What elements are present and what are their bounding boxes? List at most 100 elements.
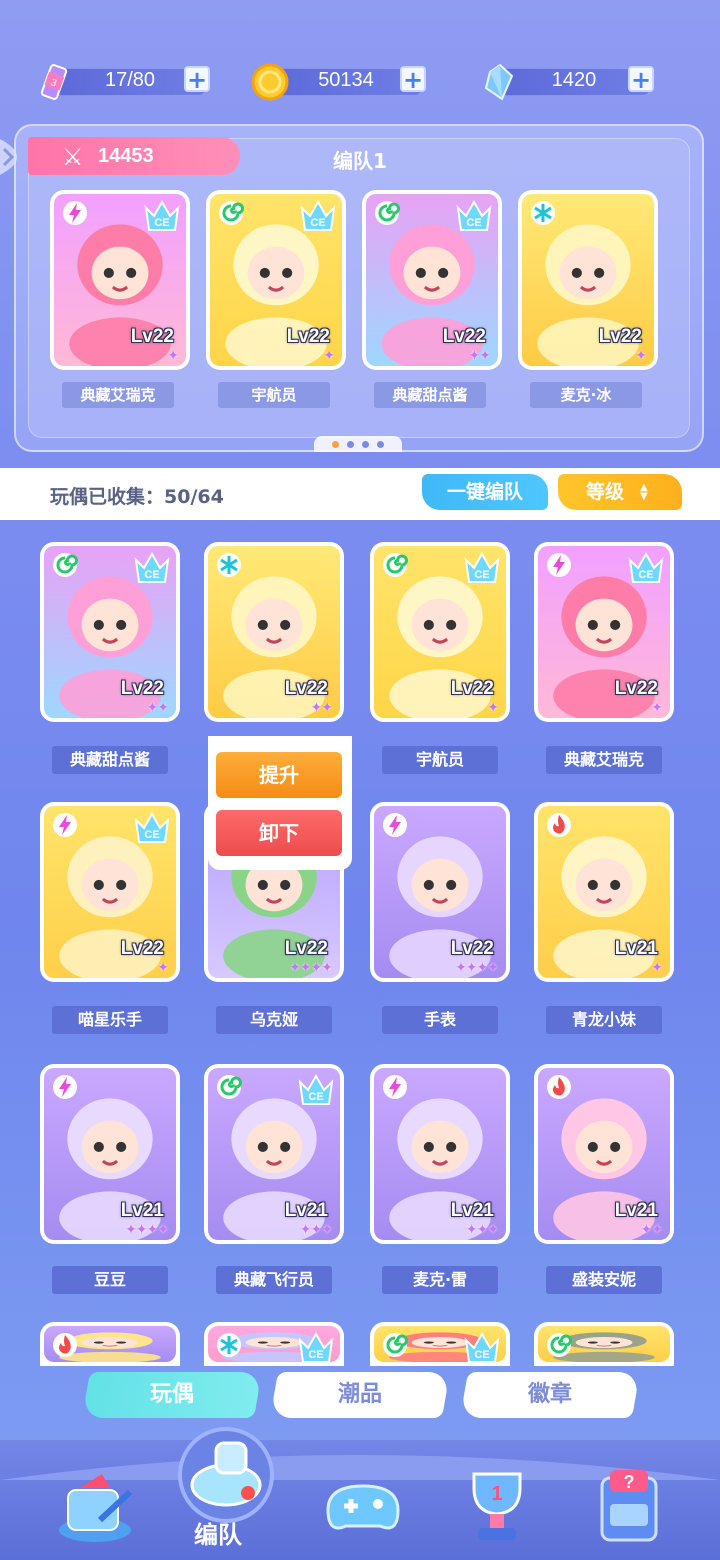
doll-card[interactable]: CE Lv22 ✦ (50, 190, 190, 370)
team-power-value: 14453 (98, 144, 154, 167)
tab-dolls[interactable]: 玩偶 (81, 1372, 263, 1418)
add-coins-button[interactable]: + (400, 66, 426, 92)
doll-star-rating: ✦✦ (310, 700, 333, 716)
doll-level: Lv22 (450, 938, 494, 959)
doll-card[interactable]: Lv22 ✦✦ (204, 542, 344, 722)
ice-element-icon (217, 553, 241, 577)
mystery-box-icon[interactable]: ? (586, 1460, 676, 1550)
add-crystals-button[interactable]: + (628, 66, 654, 92)
doll-card-art: CE Lv22 ✦ (210, 194, 342, 366)
doll-card[interactable]: Lv21 ✦✦ (534, 1064, 674, 1244)
ce-crown-badge-icon: CE (298, 1331, 334, 1362)
ce-crown-badge-icon: CE (456, 199, 492, 231)
doll-star-rating: ✦ (167, 348, 179, 364)
coin-icon (251, 63, 289, 101)
doll-card-art: CE Lv22 ✦ (44, 806, 176, 978)
sort-level-button[interactable]: 等级 ▲▼ (558, 474, 682, 510)
doll-card-art: CE Lv22 ✦✦ (44, 546, 176, 718)
doll-card-art (538, 1326, 670, 1362)
ce-crown-badge-icon: CE (134, 551, 170, 583)
doll-card[interactable]: CE Lv22 ✦ (40, 802, 180, 982)
doll-star-rating: ✦ (487, 700, 499, 716)
doll-level: Lv21 (120, 1200, 164, 1221)
doll-card-art: CE (374, 1326, 506, 1362)
doll-card[interactable]: Lv21 ✦✦✦✦ (40, 1064, 180, 1244)
nav-active-label: 编队 (194, 1521, 242, 1549)
ce-crown-badge-icon: CE (300, 199, 336, 231)
tab-trendy[interactable]: 潮品 (269, 1372, 451, 1418)
doll-card[interactable]: CE Lv22 ✦ (370, 542, 510, 722)
doll-card[interactable] (40, 1322, 180, 1366)
doll-name: 典藏甜点酱 (374, 382, 486, 408)
svg-text:?: ? (624, 1472, 635, 1492)
page-dot[interactable] (347, 440, 354, 448)
doll-level: Lv21 (284, 1200, 328, 1221)
upgrade-button[interactable]: 提升 (216, 752, 342, 798)
doll-star-rating: ✦✦✦✦ (455, 960, 499, 976)
doll-name: 喵星乐手 (52, 1006, 168, 1034)
doll-card[interactable]: CE Lv21 ✦✦✦ (204, 1064, 344, 1244)
doll-card-art (44, 1326, 176, 1362)
doll-level: Lv22 (614, 678, 658, 699)
doll-star-rating: ✦✦ (146, 700, 169, 716)
wind-element-icon (217, 1075, 242, 1099)
doll-card[interactable]: CE Lv22 ✦✦ (40, 542, 180, 722)
doll-card[interactable]: CE Lv22 ✦✦ (362, 190, 502, 370)
doll-card-art: CE Lv22 ✦ (54, 194, 186, 366)
doll-star-rating: ✦✦ (468, 348, 491, 364)
crystals-value: 1420 (551, 69, 597, 91)
svg-text:CE: CE (308, 1091, 323, 1103)
doll-card[interactable]: CE Lv22 ✦ (534, 542, 674, 722)
doll-level: Lv22 (130, 326, 174, 347)
fire-element-icon (53, 1333, 77, 1357)
lightning-element-icon (383, 1075, 407, 1099)
gacha-icon[interactable] (50, 1460, 140, 1550)
lightning-element-icon (383, 813, 407, 837)
team-page-dots[interactable] (314, 436, 402, 452)
page-dot[interactable] (377, 440, 384, 448)
ice-element-icon (531, 201, 555, 225)
add-stamina-button[interactable]: + (184, 66, 210, 92)
gamepad-icon[interactable] (318, 1460, 408, 1550)
coins-value: 50134 (318, 69, 374, 91)
svg-text:CE: CE (144, 829, 159, 841)
doll-card[interactable] (534, 1322, 674, 1366)
stamina-value: 17/80 (104, 69, 156, 91)
remove-button[interactable]: 卸下 (216, 810, 342, 856)
doll-level: Lv21 (614, 1200, 658, 1221)
page-dot[interactable] (362, 440, 369, 448)
doll-star-rating: ✦✦✦✦ (125, 1222, 169, 1238)
svg-text:CE: CE (308, 1349, 323, 1361)
doll-card-art: Lv21 ✦✦✦ (374, 1068, 506, 1240)
svg-text:CE: CE (474, 569, 489, 581)
doll-card-art: CE Lv22 ✦✦ (366, 194, 498, 366)
doll-star-rating: ✦ (651, 960, 663, 976)
doll-level: Lv22 (442, 326, 486, 347)
doll-card[interactable]: Lv22 ✦✦✦✦ (370, 802, 510, 982)
ce-crown-badge-icon: CE (464, 1331, 500, 1362)
doll-card[interactable]: Lv21 ✦✦✦ (370, 1064, 510, 1244)
doll-card[interactable]: CE (204, 1322, 344, 1366)
doll-card[interactable]: Lv21 ✦ (534, 802, 674, 982)
doll-card-art: CE Lv22 ✦ (538, 546, 670, 718)
fire-element-icon (547, 1075, 571, 1099)
doll-level: Lv22 (284, 938, 328, 959)
wind-element-icon (375, 201, 400, 225)
doll-card-art: CE Lv22 ✦ (374, 546, 506, 718)
tab-badges[interactable]: 徽章 (459, 1372, 641, 1418)
svg-text:CE: CE (638, 569, 653, 581)
ce-crown-badge-icon: CE (298, 1073, 334, 1105)
doll-card-art: Lv21 ✦✦ (538, 1068, 670, 1240)
auto-team-button[interactable]: 一键编队 (422, 474, 548, 510)
doll-star-rating: ✦✦✦ (465, 1222, 499, 1238)
page-dot[interactable] (332, 440, 339, 448)
doll-card[interactable]: Lv22 ✦ (518, 190, 658, 370)
svg-text:CE: CE (144, 569, 159, 581)
doll-star-rating: ✦ (635, 348, 647, 364)
svg-text:1: 1 (491, 1483, 502, 1505)
trophy-icon[interactable]: 1 (452, 1460, 542, 1550)
doll-level: Lv21 (450, 1200, 494, 1221)
team-whistle-icon[interactable] (176, 1425, 276, 1525)
doll-card[interactable]: CE (370, 1322, 510, 1366)
doll-card[interactable]: CE Lv22 ✦ (206, 190, 346, 370)
